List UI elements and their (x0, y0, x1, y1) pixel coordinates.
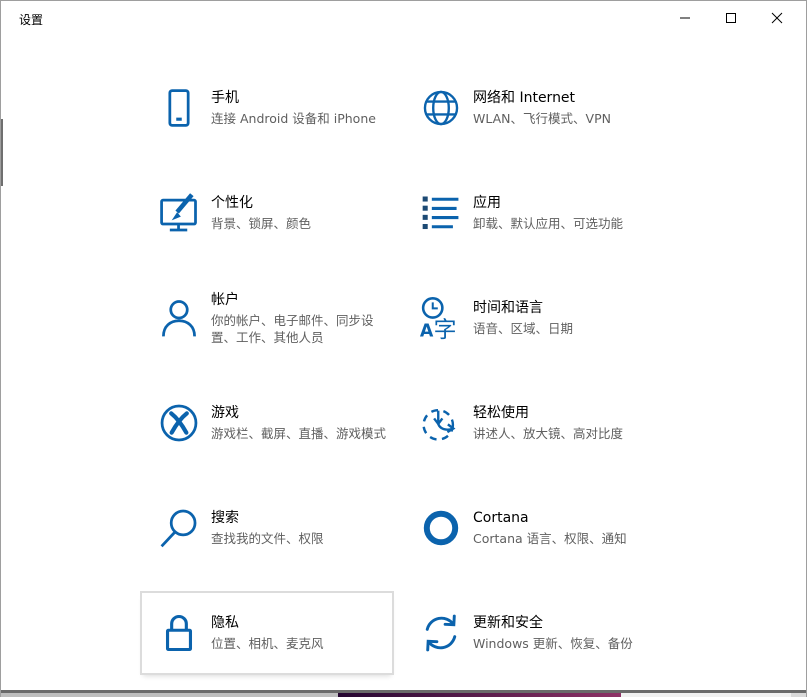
settings-tile-gaming-xbox[interactable]: 游戏 游戏栏、截屏、直播、游戏模式 (142, 383, 392, 463)
gaming-xbox-icon (157, 401, 201, 445)
tile-title: 帐户 (211, 291, 392, 310)
svg-text:A: A (420, 321, 434, 340)
window-bottom-border (1, 690, 807, 693)
tile-subtitle: 卸载、默认应用、可选功能 (473, 215, 654, 232)
settings-tile-search[interactable]: 搜索 查找我的文件、权限 (142, 488, 392, 568)
settings-tile-accounts-person[interactable]: 帐户 你的帐户、电子邮件、同步设置、工作、其他人员 (142, 278, 392, 358)
tile-subtitle: 游戏栏、截屏、直播、游戏模式 (211, 425, 392, 442)
minimize-button[interactable] (662, 2, 708, 33)
tile-title: 轻松使用 (473, 404, 654, 423)
settings-tile-phone[interactable]: 手机 连接 Android 设备和 iPhone (142, 68, 392, 148)
tile-subtitle: 位置、相机、麦克风 (211, 635, 392, 652)
tile-title: 个性化 (211, 194, 392, 213)
tile-title: 手机 (211, 89, 392, 108)
cortana-icon (419, 506, 463, 550)
tile-title: 游戏 (211, 404, 392, 423)
settings-window: 设置 手机 连接 Android 设备和 iPhone 网络和 Internet… (0, 0, 807, 697)
tile-subtitle: 语音、区域、日期 (473, 320, 654, 337)
settings-tile-personalization[interactable]: 个性化 背景、锁屏、颜色 (142, 173, 392, 253)
settings-tile-privacy-lock[interactable]: 隐私 位置、相机、麦克风 (142, 593, 392, 673)
tile-title: 更新和安全 (473, 614, 654, 633)
tile-subtitle: 讲述人、放大镜、高对比度 (473, 425, 654, 442)
update-security-icon (419, 611, 463, 655)
tile-title: Cortana (473, 509, 654, 528)
bottom-artifact-end (791, 693, 807, 697)
close-button[interactable] (754, 2, 800, 33)
time-language-icon: A字 (419, 296, 463, 340)
close-icon (771, 12, 783, 24)
caption-buttons (662, 2, 800, 33)
bottom-artifact-gray (1, 693, 338, 697)
tile-subtitle: 查找我的文件、权限 (211, 530, 392, 547)
tile-subtitle: Windows 更新、恢复、备份 (473, 635, 654, 652)
tile-subtitle: Cortana 语言、权限、通知 (473, 530, 654, 547)
left-edge-artifact (1, 119, 3, 186)
accounts-person-icon (157, 296, 201, 340)
tile-subtitle: WLAN、飞行模式、VPN (473, 110, 654, 127)
settings-tile-update-security[interactable]: 更新和安全 Windows 更新、恢复、备份 (404, 593, 654, 673)
search-icon (157, 506, 201, 550)
phone-icon (157, 86, 201, 130)
tile-subtitle: 背景、锁屏、颜色 (211, 215, 392, 232)
titlebar: 设置 (1, 1, 806, 33)
settings-tile-apps-list[interactable]: 应用 卸载、默认应用、可选功能 (404, 173, 654, 253)
tile-title: 搜索 (211, 509, 392, 528)
tile-title: 网络和 Internet (473, 89, 654, 108)
svg-text:字: 字 (434, 317, 457, 340)
minimize-icon (679, 12, 691, 24)
bottom-artifact-light (621, 693, 791, 697)
tile-title: 应用 (473, 194, 654, 213)
privacy-lock-icon (157, 611, 201, 655)
tile-title: 隐私 (211, 614, 392, 633)
ease-of-access-icon (419, 401, 463, 445)
tile-subtitle: 你的帐户、电子邮件、同步设置、工作、其他人员 (211, 312, 392, 346)
maximize-icon (725, 12, 737, 24)
network-globe-icon (419, 86, 463, 130)
settings-tile-time-language[interactable]: A字 时间和语言 语音、区域、日期 (404, 278, 654, 358)
settings-tile-network-globe[interactable]: 网络和 Internet WLAN、飞行模式、VPN (404, 68, 654, 148)
apps-list-icon (419, 191, 463, 235)
settings-tile-cortana[interactable]: Cortana Cortana 语言、权限、通知 (404, 488, 654, 568)
settings-tile-ease-of-access[interactable]: 轻松使用 讲述人、放大镜、高对比度 (404, 383, 654, 463)
tile-subtitle: 连接 Android 设备和 iPhone (211, 110, 392, 127)
window-title: 设置 (19, 11, 43, 28)
bottom-artifact-purple (338, 693, 621, 697)
tile-title: 时间和语言 (473, 299, 654, 318)
maximize-button[interactable] (708, 2, 754, 33)
personalization-icon (157, 191, 201, 235)
